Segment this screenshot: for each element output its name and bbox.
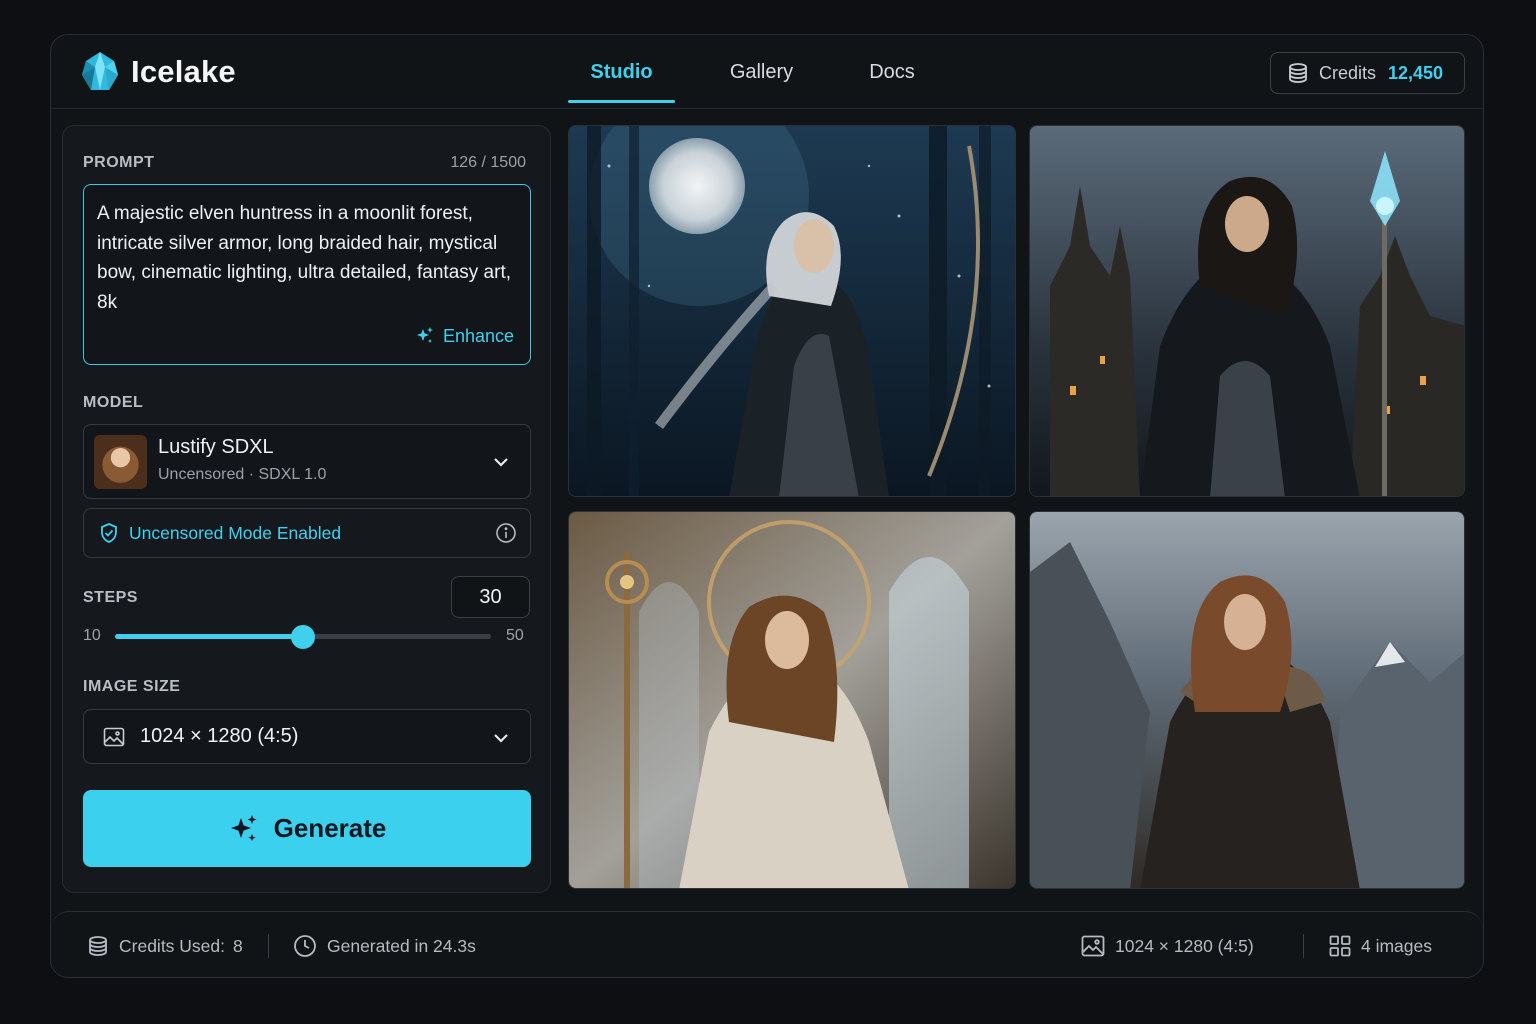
steps-slider[interactable]	[115, 625, 491, 649]
prompt-label: PROMPT	[83, 154, 155, 171]
model-label: MODEL	[83, 394, 144, 411]
uncensored-mode-notice: Uncensored Mode Enabled	[83, 508, 531, 558]
brand[interactable]: Icelake	[81, 51, 236, 93]
image-size-dropdown[interactable]: 1024 × 1280 (4:5)	[83, 709, 531, 764]
model-avatar	[94, 435, 147, 489]
generation-time-text: Generated in 24.3s	[327, 935, 476, 956]
credits-used: Credits Used: 8	[87, 912, 243, 977]
ranger-image	[1030, 512, 1464, 888]
priestess-image	[569, 512, 1015, 888]
image-count-text: 4 images	[1361, 935, 1433, 956]
image-icon	[1081, 935, 1105, 957]
image-count: 4 images	[1329, 912, 1433, 977]
image-icon	[103, 727, 125, 746]
uncensored-mode-text: Uncensored Mode Enabled	[129, 522, 342, 543]
generation-time: Generated in 24.3s	[293, 912, 476, 977]
model-subtitle: Uncensored · SDXL 1.0	[158, 466, 327, 483]
result-image-2[interactable]	[1029, 125, 1465, 497]
grid-icon	[1329, 935, 1351, 957]
steps-slider-fill	[115, 634, 303, 639]
footer-divider	[268, 934, 269, 958]
steps-max: 50	[506, 627, 524, 644]
output-dimensions-text: 1024 × 1280 (4:5)	[1115, 935, 1254, 956]
app-window: Icelake Studio Gallery Docs Credits 12,4…	[50, 34, 1484, 978]
credits-balance[interactable]: Credits 12,450	[1270, 52, 1465, 94]
prompt-char-count: 126 / 1500	[450, 154, 526, 171]
shield-check-icon	[101, 523, 117, 543]
result-image-3[interactable]	[568, 511, 1016, 889]
coin-stack-icon	[89, 936, 107, 956]
model-dropdown[interactable]: Lustify SDXL Uncensored · SDXL 1.0	[83, 424, 531, 499]
status-footer: Credits Used: 8 Generated in 24.3s 1024 …	[51, 911, 1483, 977]
footer-divider	[1303, 934, 1304, 958]
generate-button[interactable]: Generate	[83, 790, 531, 867]
enhance-label: Enhance	[442, 325, 514, 346]
sparkle-icon	[416, 327, 433, 344]
crystal-logo-icon	[82, 52, 118, 90]
steps-slider-thumb[interactable]	[291, 625, 315, 649]
image-size-value: 1024 × 1280 (4:5)	[140, 725, 299, 747]
info-icon[interactable]	[495, 522, 517, 544]
output-dimensions: 1024 × 1280 (4:5)	[1081, 912, 1254, 977]
chevron-down-icon	[494, 458, 508, 467]
main-nav: Studio Gallery Docs	[568, 35, 936, 109]
credits-label: Credits	[1319, 62, 1377, 83]
sparkle-icon	[230, 814, 257, 841]
credits-used-label: Credits Used:	[119, 935, 226, 956]
tab-docs[interactable]: Docs	[848, 35, 936, 109]
generation-panel: PROMPT 126 / 1500 A majestic elven huntr…	[62, 125, 551, 893]
prompt-text: A majestic elven huntress in a moonlit f…	[97, 203, 512, 313]
tab-studio[interactable]: Studio	[568, 35, 675, 109]
chevron-down-icon	[494, 734, 508, 743]
tab-gallery[interactable]: Gallery	[675, 35, 848, 109]
steps-label: STEPS	[83, 589, 138, 606]
enhance-button[interactable]: Enhance	[415, 322, 514, 352]
credits-used-value: 8	[233, 935, 243, 956]
prompt-textarea[interactable]: A majestic elven huntress in a moonlit f…	[83, 184, 531, 365]
result-image-4[interactable]	[1029, 511, 1465, 889]
brand-name: Icelake	[131, 54, 236, 89]
generate-label: Generate	[273, 813, 387, 843]
elf-huntress-image	[569, 126, 1015, 496]
coin-stack-icon	[1289, 63, 1307, 83]
image-size-label: IMAGE SIZE	[83, 678, 181, 695]
model-name: Lustify SDXL	[158, 436, 274, 458]
steps-input[interactable]: 30	[451, 576, 530, 618]
credits-value: 12,450	[1388, 62, 1444, 83]
sorceress-image	[1030, 126, 1464, 496]
top-bar: Icelake Studio Gallery Docs Credits 12,4…	[51, 35, 1483, 109]
clock-icon	[294, 935, 316, 957]
result-image-1[interactable]	[568, 125, 1016, 497]
steps-min: 10	[83, 627, 101, 644]
